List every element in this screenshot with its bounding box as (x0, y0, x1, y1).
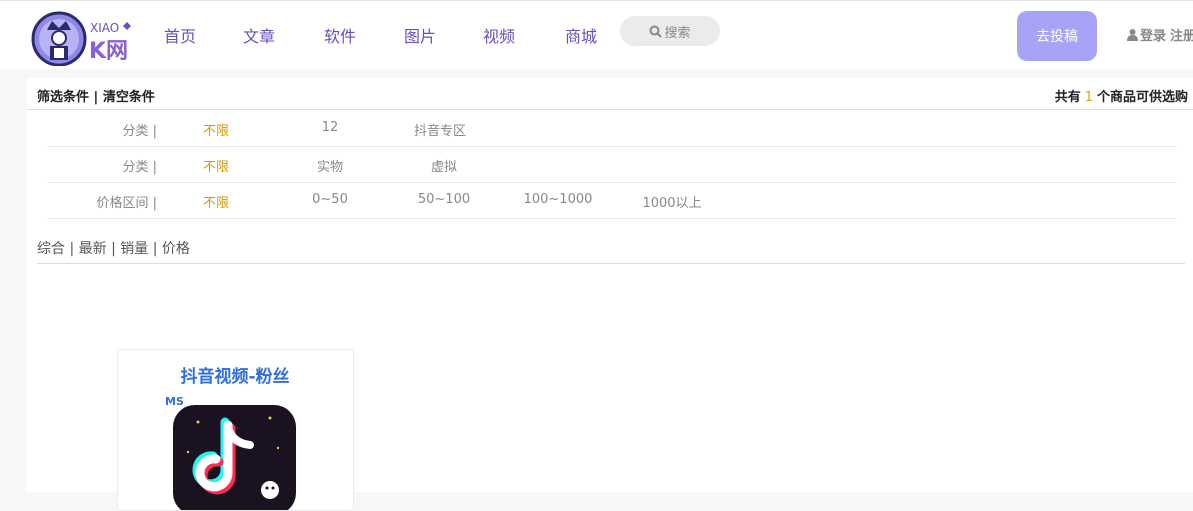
filter-option-unlimited[interactable]: 不限 (176, 120, 256, 139)
filter-title: 筛选条件 (37, 90, 90, 105)
search-icon (649, 25, 663, 38)
filter-option[interactable]: 虚拟 (404, 156, 484, 175)
filter-option[interactable]: 100~1000 (518, 192, 598, 207)
count-suffix: 个商品可供选购 (1096, 90, 1188, 105)
logo-text-main: K网 (89, 39, 128, 64)
clear-filters-link[interactable]: 清空条件 (103, 90, 155, 105)
nav-home[interactable]: 首页 (164, 23, 196, 47)
filter-row-label: 价格区间 | (96, 196, 157, 211)
site-header: XIAO K网 首页 文章 软件 图片 视频 商城 搜索 去投稿 登录 注册 (0, 1, 1193, 69)
search-label: 搜索 (664, 25, 691, 41)
shop-panel: 筛选条件 | 清空条件 共有 1 个商品可供选购 分类 | 不限 12 抖音专区 分… (27, 78, 1193, 511)
filter-option[interactable]: 12 (290, 120, 370, 135)
auth-links: 登录 注册 (1127, 25, 1193, 44)
sort-divider: | (111, 241, 116, 257)
site-logo[interactable]: XIAO K网 (30, 8, 136, 66)
count-prefix: 共有 (1054, 90, 1081, 105)
product-card[interactable]: 抖音视频-粉丝 MS (117, 349, 354, 511)
result-count: 共有 1 个商品可供选购 (1055, 86, 1188, 105)
filter-row-label: 分类 | (122, 124, 157, 139)
filter-option-unlimited[interactable]: 不限 (176, 192, 256, 211)
sort-price[interactable]: 价格 (162, 241, 190, 257)
user-icon (1127, 28, 1138, 41)
product-image: 抖音视频-粉丝 MS (118, 350, 353, 510)
nav-articles[interactable]: 文章 (243, 23, 275, 47)
sort-comprehensive[interactable]: 综合 (37, 241, 65, 257)
nav-software[interactable]: 软件 (324, 23, 356, 47)
filter-option[interactable]: 实物 (290, 156, 370, 175)
sort-divider: | (69, 241, 75, 257)
filter-row-type: 分类 | 不限 实物 虚拟 (47, 146, 1177, 183)
sort-sales[interactable]: 销量 (120, 241, 148, 257)
sort-bar: 综合 | 最新 | 销量 | 价格 (37, 238, 190, 258)
filter-option[interactable]: 抖音专区 (400, 120, 480, 139)
nav-videos[interactable]: 视频 (483, 23, 515, 47)
count-value: 1 (1084, 90, 1093, 105)
logo-text-top: XIAO (90, 21, 119, 35)
product-image-title: 抖音视频-粉丝 (180, 366, 289, 387)
filter-option[interactable]: 1000以上 (632, 192, 712, 211)
filter-row-category: 分类 | 不限 12 抖音专区 (47, 110, 1177, 147)
filter-option[interactable]: 50~100 (404, 192, 484, 207)
sort-newest[interactable]: 最新 (79, 241, 107, 257)
nav-images[interactable]: 图片 (404, 23, 436, 47)
login-link[interactable]: 登录 (1140, 25, 1166, 44)
sort-divider: | (152, 241, 158, 257)
filter-bar: 筛选条件 | 清空条件 共有 1 个商品可供选购 (37, 86, 1188, 108)
product-image-badge: MS (165, 395, 184, 408)
register-link[interactable]: 注册 (1170, 25, 1193, 44)
filter-option[interactable]: 0~50 (290, 192, 370, 207)
filter-option-unlimited[interactable]: 不限 (176, 156, 256, 175)
filter-row-price: 价格区间 | 不限 0~50 50~100 100~1000 1000以上 (47, 182, 1177, 219)
search-button[interactable]: 搜索 (620, 16, 720, 46)
nav-mall[interactable]: 商城 (565, 23, 597, 47)
submit-post-button[interactable]: 去投稿 (1017, 11, 1097, 61)
filter-divider: | (93, 90, 99, 105)
divider (37, 263, 1185, 264)
filter-row-label: 分类 | (122, 160, 157, 175)
